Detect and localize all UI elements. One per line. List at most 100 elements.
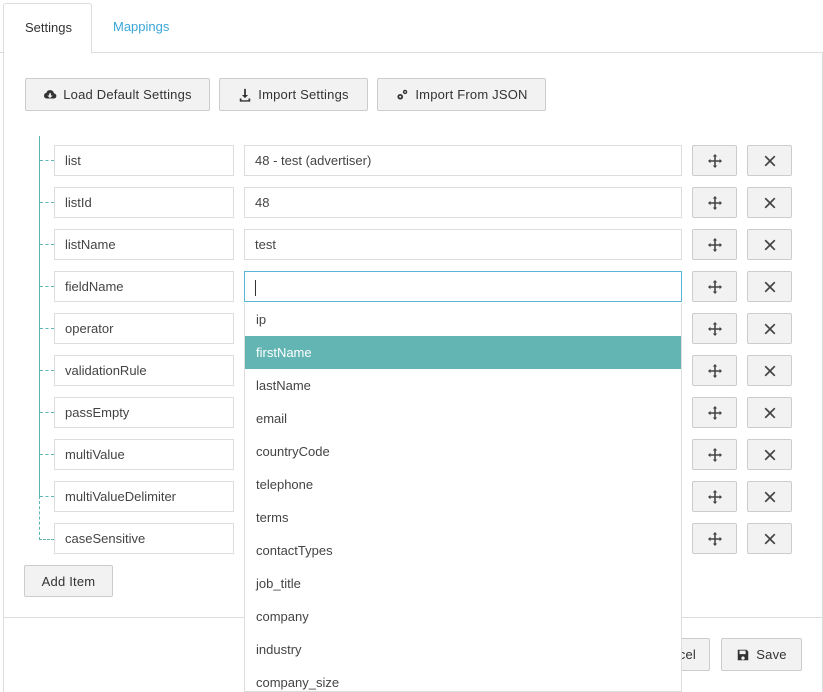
move-button[interactable] bbox=[692, 313, 737, 344]
key-input[interactable]: listId bbox=[54, 187, 234, 218]
value-text: 48 - test (advertiser) bbox=[255, 153, 372, 168]
close-icon bbox=[763, 448, 777, 462]
tree-connector bbox=[40, 412, 54, 413]
key-input[interactable]: listName bbox=[54, 229, 234, 260]
floppy-disk-icon bbox=[738, 649, 749, 660]
key-input[interactable]: multiValue bbox=[54, 439, 234, 470]
tab-mappings[interactable]: Mappings bbox=[92, 3, 190, 53]
move-icon bbox=[707, 531, 722, 546]
move-button[interactable] bbox=[692, 355, 737, 386]
move-icon bbox=[707, 237, 722, 252]
move-button[interactable] bbox=[692, 481, 737, 512]
delete-button[interactable] bbox=[747, 187, 792, 218]
mapping-row: fieldName bbox=[0, 271, 823, 302]
tree-connector bbox=[40, 496, 54, 497]
mapping-row: list 48 - test (advertiser) bbox=[0, 145, 823, 176]
save-button[interactable]: Save bbox=[721, 638, 802, 671]
move-button[interactable] bbox=[692, 229, 737, 260]
dropdown-option[interactable]: lastName bbox=[245, 369, 681, 402]
key-input[interactable]: list bbox=[54, 145, 234, 176]
tree-connector bbox=[40, 328, 54, 329]
tab-settings[interactable]: Settings bbox=[3, 3, 92, 54]
tree-connector bbox=[40, 202, 54, 203]
tree-connector bbox=[40, 370, 54, 371]
dropdown-option[interactable]: firstName bbox=[245, 336, 681, 369]
dropdown-option[interactable]: contactTypes bbox=[245, 534, 681, 567]
mapping-row: listName test bbox=[0, 229, 823, 260]
import-settings-label: Import Settings bbox=[258, 87, 349, 102]
move-button[interactable] bbox=[692, 439, 737, 470]
move-button[interactable] bbox=[692, 397, 737, 428]
close-icon bbox=[763, 322, 777, 336]
move-icon bbox=[707, 195, 722, 210]
close-icon bbox=[763, 280, 777, 294]
value-input[interactable]: 48 bbox=[244, 187, 682, 218]
import-settings-button[interactable]: Import Settings bbox=[219, 78, 368, 111]
key-input[interactable]: operator bbox=[54, 313, 234, 344]
delete-button[interactable] bbox=[747, 145, 792, 176]
load-default-settings-label: Load Default Settings bbox=[63, 87, 192, 102]
value-input[interactable]: test bbox=[244, 229, 682, 260]
close-icon bbox=[763, 490, 777, 504]
close-icon bbox=[763, 532, 777, 546]
move-icon bbox=[707, 279, 722, 294]
key-input[interactable]: multiValueDelimiter bbox=[54, 481, 234, 512]
delete-button[interactable] bbox=[747, 481, 792, 512]
move-icon bbox=[707, 153, 722, 168]
delete-button[interactable] bbox=[747, 229, 792, 260]
value-input[interactable]: 48 - test (advertiser) bbox=[244, 145, 682, 176]
dropdown-option[interactable]: industry bbox=[245, 633, 681, 666]
delete-button[interactable] bbox=[747, 439, 792, 470]
text-caret bbox=[255, 279, 256, 296]
move-button[interactable] bbox=[692, 145, 737, 176]
tree-connector bbox=[40, 244, 54, 245]
dropdown-option[interactable]: ip bbox=[245, 303, 681, 336]
move-button[interactable] bbox=[692, 187, 737, 218]
move-icon bbox=[707, 363, 722, 378]
add-item-label: Add Item bbox=[41, 573, 96, 589]
tree-connector bbox=[40, 286, 54, 287]
delete-button[interactable] bbox=[747, 313, 792, 344]
load-default-settings-button[interactable]: Load Default Settings bbox=[25, 78, 210, 111]
value-text: test bbox=[255, 237, 276, 252]
delete-button[interactable] bbox=[747, 355, 792, 386]
field-name-dropdown[interactable]: ip firstName lastName email countryCode telep… bbox=[244, 303, 682, 692]
gears-icon bbox=[397, 89, 408, 100]
dropdown-option[interactable]: email bbox=[245, 402, 681, 435]
close-icon bbox=[763, 196, 777, 210]
delete-button[interactable] bbox=[747, 271, 792, 302]
mapping-row: listId 48 bbox=[0, 187, 823, 218]
delete-button[interactable] bbox=[747, 523, 792, 554]
key-input[interactable]: passEmpty bbox=[54, 397, 234, 428]
tree-connector bbox=[40, 160, 54, 161]
move-icon bbox=[707, 321, 722, 336]
close-icon bbox=[763, 406, 777, 420]
delete-button[interactable] bbox=[747, 397, 792, 428]
key-input[interactable]: caseSensitive bbox=[54, 523, 234, 554]
close-icon bbox=[763, 154, 777, 168]
key-input[interactable]: fieldName bbox=[54, 271, 234, 302]
tree-connector bbox=[40, 454, 54, 455]
value-text: 48 bbox=[255, 195, 270, 210]
value-input[interactable] bbox=[244, 271, 682, 302]
dropdown-option[interactable]: job_title bbox=[245, 567, 681, 600]
add-item-button[interactable]: Add Item bbox=[24, 565, 113, 597]
move-icon bbox=[707, 405, 722, 420]
import-from-json-label: Import From JSON bbox=[415, 87, 528, 102]
move-icon bbox=[707, 489, 722, 504]
dropdown-option[interactable]: company bbox=[245, 600, 681, 633]
close-icon bbox=[763, 364, 777, 378]
dropdown-option[interactable]: telephone bbox=[245, 468, 681, 501]
import-from-json-button[interactable]: Import From JSON bbox=[377, 78, 546, 111]
key-input[interactable]: validationRule bbox=[54, 355, 234, 386]
tab-bar: Settings Mappings bbox=[0, 0, 823, 54]
move-button[interactable] bbox=[692, 523, 737, 554]
dropdown-option[interactable]: terms bbox=[245, 501, 681, 534]
close-icon bbox=[763, 238, 777, 252]
move-icon bbox=[707, 447, 722, 462]
move-button[interactable] bbox=[692, 271, 737, 302]
dropdown-option[interactable]: company_size bbox=[245, 666, 681, 691]
save-label: Save bbox=[756, 647, 787, 662]
download-icon bbox=[240, 88, 251, 102]
dropdown-option[interactable]: countryCode bbox=[245, 435, 681, 468]
